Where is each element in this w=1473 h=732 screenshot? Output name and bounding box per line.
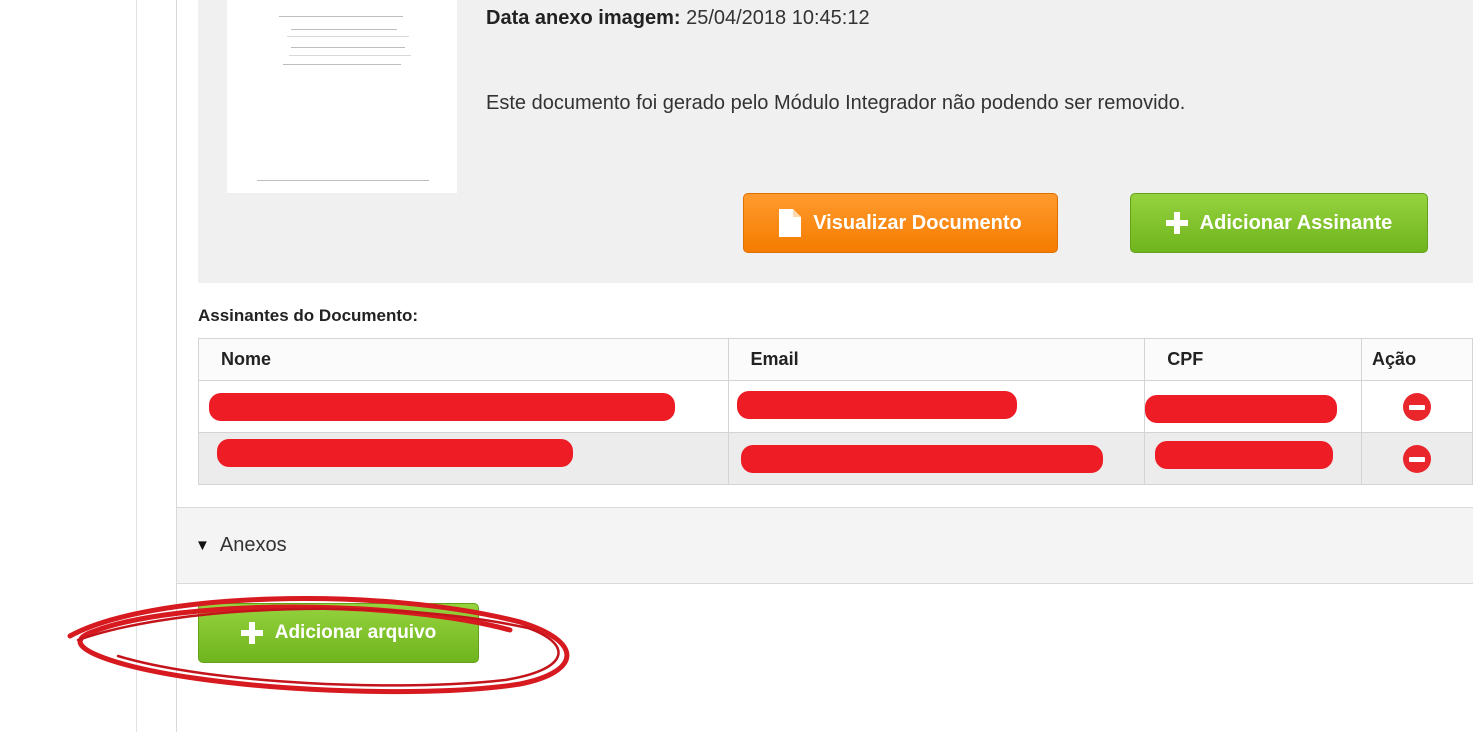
signer-action-cell xyxy=(1361,380,1473,433)
redaction-mark xyxy=(1155,441,1334,469)
signer-action-cell xyxy=(1361,432,1473,485)
column-header-action: Ação xyxy=(1361,338,1473,381)
attachments-section-toggle[interactable]: ▼ Anexos xyxy=(177,507,1473,584)
document-date-label: Data anexo imagem: xyxy=(486,7,681,29)
attachments-section-label: Anexos xyxy=(219,534,287,556)
signer-cpf-cell xyxy=(1144,432,1363,485)
signers-table: Nome Email CPF Ação xyxy=(198,338,1473,485)
view-document-label: Visualizar Documento xyxy=(813,211,1022,234)
table-row xyxy=(198,380,1473,433)
signer-cpf-cell xyxy=(1144,380,1363,433)
plus-icon xyxy=(1165,212,1188,234)
signers-title: Assinantes do Documento: xyxy=(198,306,419,325)
triangle-down-icon: ▼ xyxy=(195,537,210,554)
signer-email-cell xyxy=(727,380,1146,433)
redaction-mark xyxy=(1145,395,1338,423)
remove-icon[interactable] xyxy=(1403,392,1432,421)
redaction-mark xyxy=(736,391,1017,419)
document-thumbnail[interactable] xyxy=(227,0,457,193)
document-date: Data anexo imagem: 25/04/2018 10:45:12 xyxy=(486,6,870,30)
left-divider xyxy=(136,0,137,732)
column-header-email: Email xyxy=(727,338,1146,381)
signer-email-cell xyxy=(727,432,1146,485)
add-signer-label: Adicionar Assinante xyxy=(1199,211,1393,234)
add-signer-button[interactable]: Adicionar Assinante xyxy=(1130,193,1428,253)
view-document-button[interactable]: Visualizar Documento xyxy=(743,193,1058,253)
signer-name-cell xyxy=(198,380,729,433)
column-header-name: Nome xyxy=(198,338,729,381)
document-message: Este documento foi gerado pelo Módulo In… xyxy=(486,92,1186,114)
redaction-mark xyxy=(217,439,573,467)
document-icon xyxy=(779,209,802,237)
table-header-row: Nome Email CPF Ação xyxy=(198,338,1473,381)
document-date-value: 25/04/2018 10:45:12 xyxy=(686,7,870,29)
redaction-mark xyxy=(740,445,1103,473)
remove-icon[interactable] xyxy=(1403,444,1432,473)
column-header-cpf: CPF xyxy=(1144,338,1363,381)
plus-icon xyxy=(240,622,263,644)
signer-name-cell xyxy=(198,432,729,485)
table-row xyxy=(198,432,1473,485)
content-left-border xyxy=(176,0,177,732)
redaction-mark xyxy=(209,393,675,421)
add-file-button[interactable]: Adicionar arquivo xyxy=(198,603,479,663)
add-file-label: Adicionar arquivo xyxy=(274,622,437,643)
